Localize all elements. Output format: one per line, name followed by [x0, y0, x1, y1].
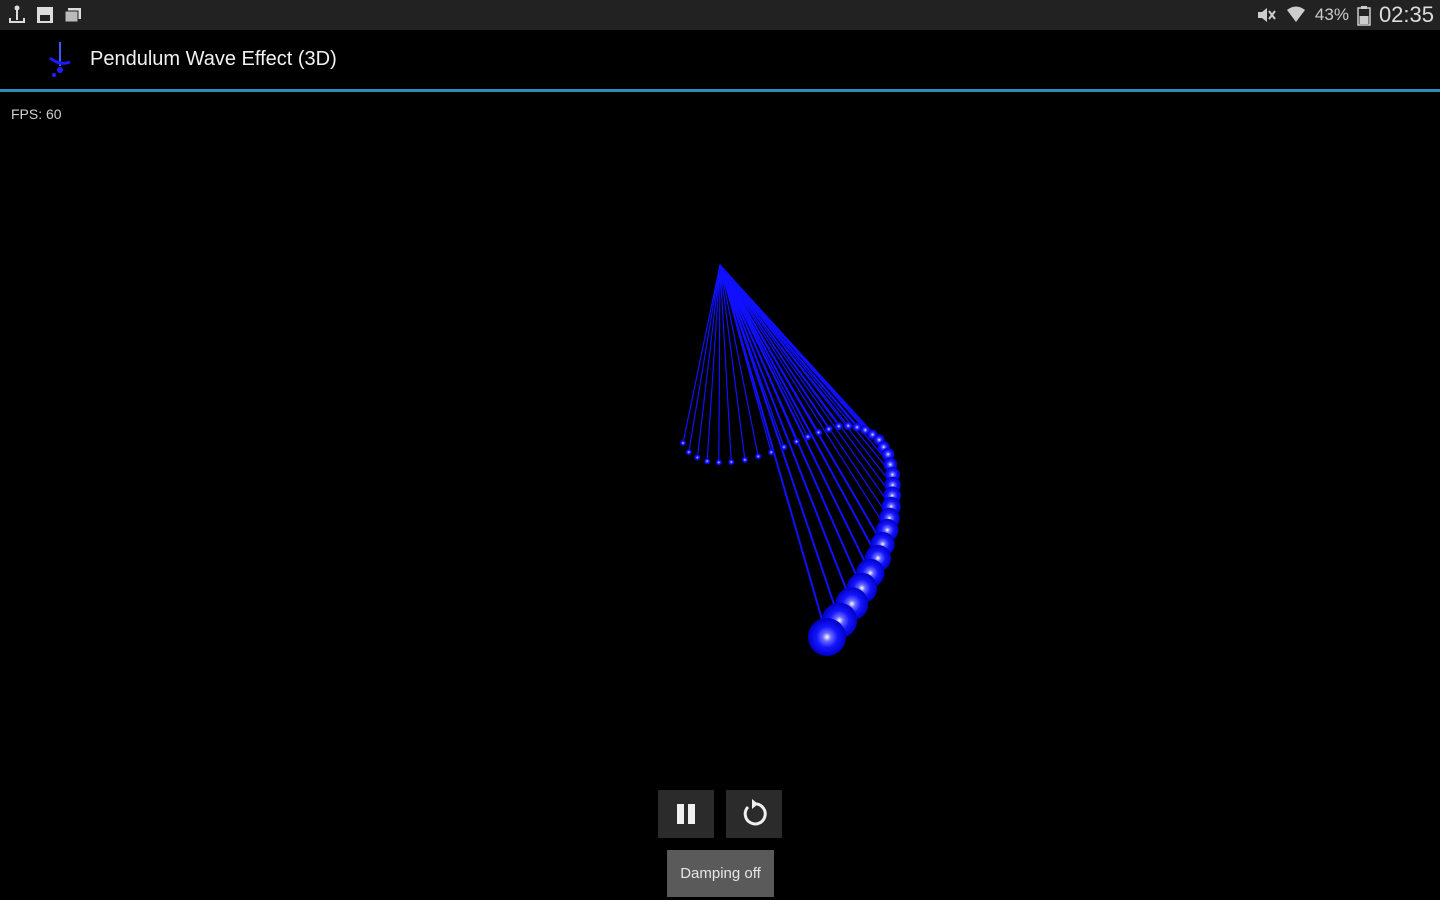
pendulum-string — [719, 264, 884, 545]
action-bar: Pendulum Wave Effect (3D) — [0, 30, 1440, 92]
pendulum-string — [719, 264, 853, 605]
pendulum-bob — [768, 449, 775, 456]
pendulum-string — [719, 264, 892, 507]
photos-icon — [64, 8, 81, 23]
pendulum-bob — [685, 449, 692, 456]
pendulum-string — [719, 264, 888, 531]
pendulum-scene[interactable] — [0, 92, 1440, 782]
mute-icon — [1257, 8, 1276, 22]
pendulum-bob — [728, 458, 735, 466]
pause-icon — [677, 804, 695, 824]
clock: 02:35 — [1378, 2, 1434, 27]
pendulum-bob — [825, 425, 833, 433]
pendulum-app-icon — [49, 42, 71, 77]
status-right-icons: 43% 02:35 — [1255, 0, 1434, 30]
pendulum-bob — [793, 438, 800, 445]
pendulum-bob — [780, 443, 788, 451]
pendulum-bob — [852, 422, 862, 432]
pause-button[interactable] — [658, 790, 714, 838]
pendulum-bob — [741, 456, 749, 463]
pendulum-string — [688, 264, 721, 453]
pendulum-bob — [704, 458, 711, 465]
status-left-icons — [6, 4, 84, 26]
pendulum-bob — [808, 618, 846, 656]
pendulum-string — [718, 264, 721, 463]
pendulum-string — [719, 264, 841, 621]
usb-icon — [9, 5, 25, 23]
reset-icon — [743, 799, 767, 826]
pendulum-bob — [694, 454, 701, 461]
pendulum-bob — [834, 422, 843, 431]
pendulum-string — [719, 264, 894, 486]
playback-controls — [658, 790, 782, 838]
battery-icon — [1357, 6, 1371, 26]
battery-percent: 43% — [1314, 5, 1349, 24]
pendulum-bob — [804, 433, 812, 441]
pendulum-bob — [755, 453, 762, 460]
pendulum-bob — [680, 440, 686, 446]
damping-toast: Damping off — [667, 850, 774, 897]
status-bar: 43% 02:35 — [0, 0, 1440, 30]
reset-button[interactable] — [726, 790, 782, 838]
pendulum-string — [719, 264, 879, 559]
app-title: Pendulum Wave Effect (3D) — [90, 48, 337, 70]
pendulum-bob — [843, 421, 853, 431]
sd-card-icon — [37, 7, 53, 23]
pendulum-bob — [814, 428, 823, 437]
pendulum-bob — [715, 459, 722, 466]
wifi-icon — [1286, 6, 1305, 22]
